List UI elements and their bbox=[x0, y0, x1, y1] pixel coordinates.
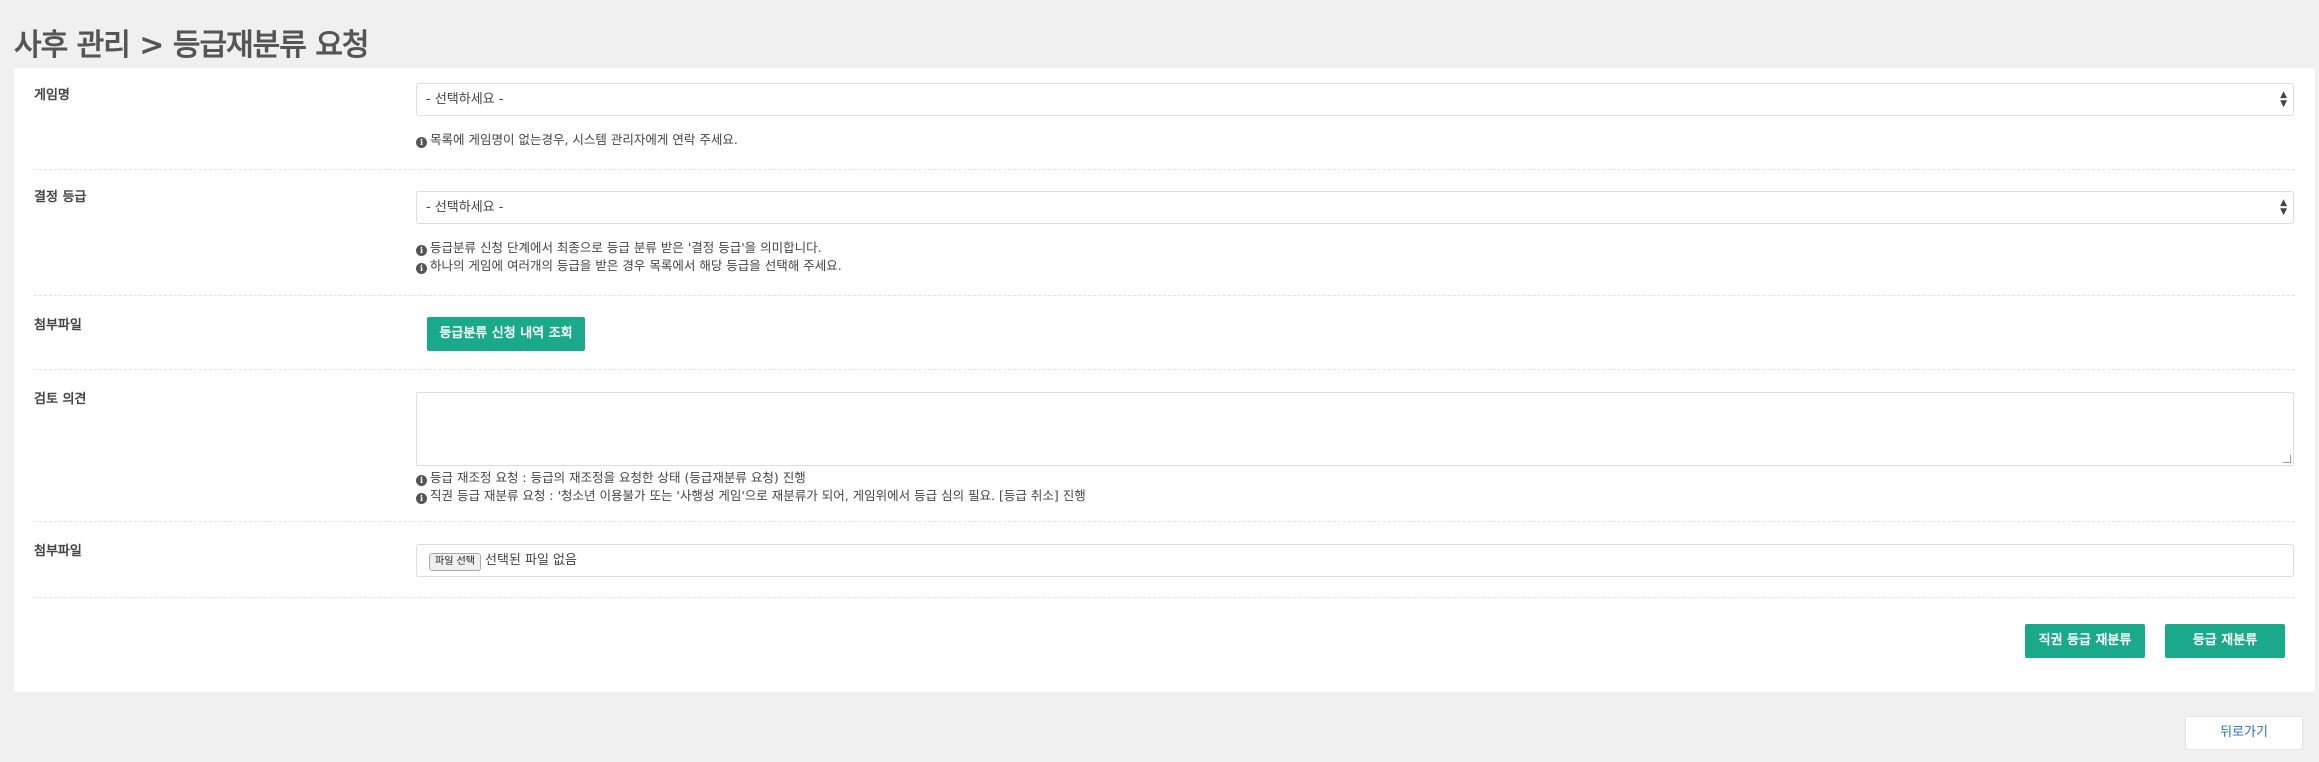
info-icon: i bbox=[416, 263, 427, 274]
lookup-history-button[interactable]: 등급분류 신청 내역 조회 bbox=[427, 317, 585, 351]
attachment-lookup-row: 첨부파일 bbox=[34, 296, 2295, 370]
reclassify-button[interactable]: 등급 재분류 bbox=[2165, 624, 2285, 658]
back-button[interactable]: 뒤로가기 bbox=[2185, 716, 2303, 750]
file-choose-button[interactable]: 파일 선택 bbox=[429, 553, 481, 571]
select-arrows-icon: ▲ ▼ bbox=[2280, 197, 2287, 217]
decision-label: 결정 등급 bbox=[34, 190, 87, 205]
official-reclassify-button[interactable]: 직권 등급 재분류 bbox=[2025, 624, 2145, 658]
review-textarea[interactable] bbox=[416, 392, 2294, 466]
game-select[interactable]: - 선택하세요 - ▲ ▼ bbox=[416, 83, 2294, 116]
select-arrows-icon: ▲ ▼ bbox=[2280, 89, 2287, 109]
form-panel: 게임명 - 선택하세요 - ▲ ▼ i 목록에 게임명이 없는경우, 시스템 관리자… bbox=[14, 68, 2315, 692]
game-label: 게임명 bbox=[34, 88, 70, 103]
info-icon: i bbox=[416, 493, 427, 504]
resize-handle-icon[interactable] bbox=[2283, 455, 2291, 463]
attachment-lookup-label: 첨부파일 bbox=[34, 318, 82, 333]
decision-select[interactable]: - 선택하세요 - ▲ ▼ bbox=[416, 191, 2294, 224]
file-upload-label: 첨부파일 bbox=[34, 544, 82, 559]
page-title: 사후 관리 > 등급재분류 요청 bbox=[14, 28, 370, 63]
file-upload-field[interactable]: 파일 선택 선택된 파일 없음 bbox=[416, 544, 2294, 577]
info-icon: i bbox=[416, 137, 427, 148]
game-select-value: - 선택하세요 - bbox=[426, 92, 504, 107]
file-status: 선택된 파일 없음 bbox=[484, 553, 577, 568]
decision-hint-1: i 등급분류 신청 단계에서 최종으로 등급 분류 받은 '결정 등급'을 의미합… bbox=[416, 239, 822, 257]
review-hint-1: i 등급 재조정 요청 : 등급의 재조정을 요청한 상태 (등급재분류 요청) … bbox=[416, 469, 806, 487]
decision-row: 결정 등급 bbox=[34, 170, 2295, 296]
review-label: 검토 의견 bbox=[34, 392, 87, 407]
info-icon: i bbox=[416, 245, 427, 256]
decision-select-value: - 선택하세요 - bbox=[426, 200, 504, 215]
info-icon: i bbox=[416, 475, 427, 486]
review-hint-2: i 직권 등급 재분류 요청 : '청소년 이용불가 또는 '사행성 게임'으로 … bbox=[416, 487, 1086, 505]
decision-hint-2: i 하나의 게임에 여러개의 등급을 받은 경우 목록에서 해당 등급을 선택해 … bbox=[416, 257, 842, 275]
game-hint: i 목록에 게임명이 없는경우, 시스템 관리자에게 연락 주세요. bbox=[416, 131, 738, 149]
